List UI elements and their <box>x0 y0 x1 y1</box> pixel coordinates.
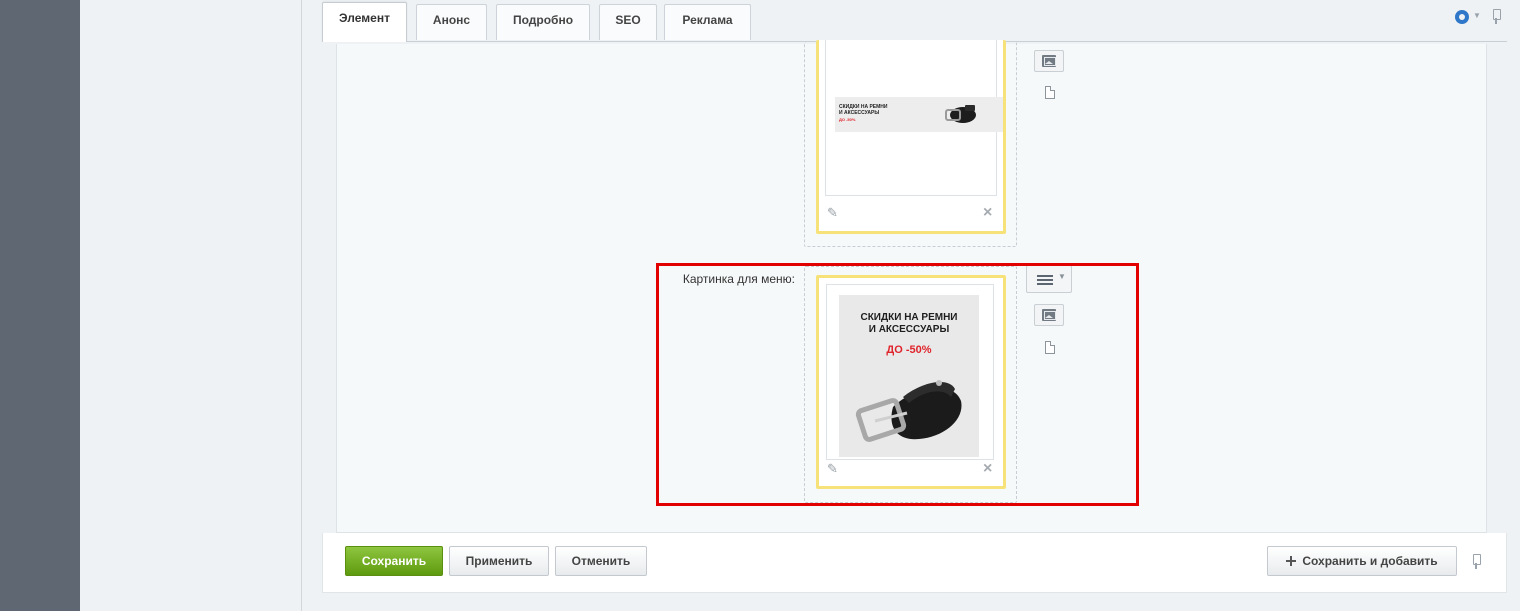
gear-icon[interactable] <box>1455 10 1469 24</box>
left-panel <box>80 0 302 611</box>
highlight-box <box>656 263 1139 506</box>
tab-element[interactable]: Элемент <box>322 2 407 42</box>
left-rail <box>0 0 80 611</box>
banner-image-top: СКИДКИ НА РЕМНИ И АКСЕССУАРЫ ДО -50% <box>835 97 1003 132</box>
image-preview-top: СКИДКИ НА РЕМНИ И АКСЕССУАРЫ ДО -50% ✎ × <box>816 40 1006 234</box>
tab-tools: ▼ <box>1447 8 1507 28</box>
pin-icon[interactable] <box>1471 554 1481 570</box>
upload-image-button-top[interactable] <box>1034 50 1064 72</box>
tab-details[interactable]: Подробно <box>496 4 590 40</box>
tab-seo[interactable]: SEO <box>599 4 657 40</box>
form-footer: Сохранить Применить Отменить Сохранить и… <box>322 533 1507 593</box>
edit-icon[interactable]: ✎ <box>827 206 839 219</box>
plus-icon <box>1286 556 1297 566</box>
pin-icon[interactable] <box>1491 9 1501 25</box>
banner-discount: ДО -50% <box>839 117 856 122</box>
banner-line2: И АКСЕССУАРЫ <box>839 110 880 116</box>
apply-button[interactable]: Применить <box>449 546 549 576</box>
belt-image <box>945 105 976 123</box>
cancel-button[interactable]: Отменить <box>555 546 647 576</box>
image-icon <box>1042 55 1056 67</box>
main-area: Элемент Анонс Подробно SEO Реклама ▼ СКИ… <box>302 0 1520 611</box>
form-content: СКИДКИ НА РЕМНИ И АКСЕССУАРЫ ДО -50% ✎ × … <box>336 40 1487 533</box>
image-frame-top: СКИДКИ НА РЕМНИ И АКСЕССУАРЫ ДО -50% <box>825 40 1003 196</box>
save-and-add-label: Сохранить и добавить <box>1302 554 1438 568</box>
save-and-add-button[interactable]: Сохранить и добавить <box>1267 546 1457 576</box>
file-icon[interactable] <box>1045 86 1055 99</box>
tab-ads[interactable]: Реклама <box>664 4 751 40</box>
chevron-down-icon[interactable]: ▼ <box>1473 11 1481 20</box>
upload-dropzone-top[interactable]: СКИДКИ НА РЕМНИ И АКСЕССУАРЫ ДО -50% ✎ × <box>804 40 1017 247</box>
tab-announce[interactable]: Анонс <box>416 4 487 40</box>
close-icon[interactable]: × <box>983 205 995 221</box>
save-button[interactable]: Сохранить <box>345 546 443 576</box>
tab-bar: Элемент Анонс Подробно SEO Реклама ▼ <box>322 0 1507 42</box>
